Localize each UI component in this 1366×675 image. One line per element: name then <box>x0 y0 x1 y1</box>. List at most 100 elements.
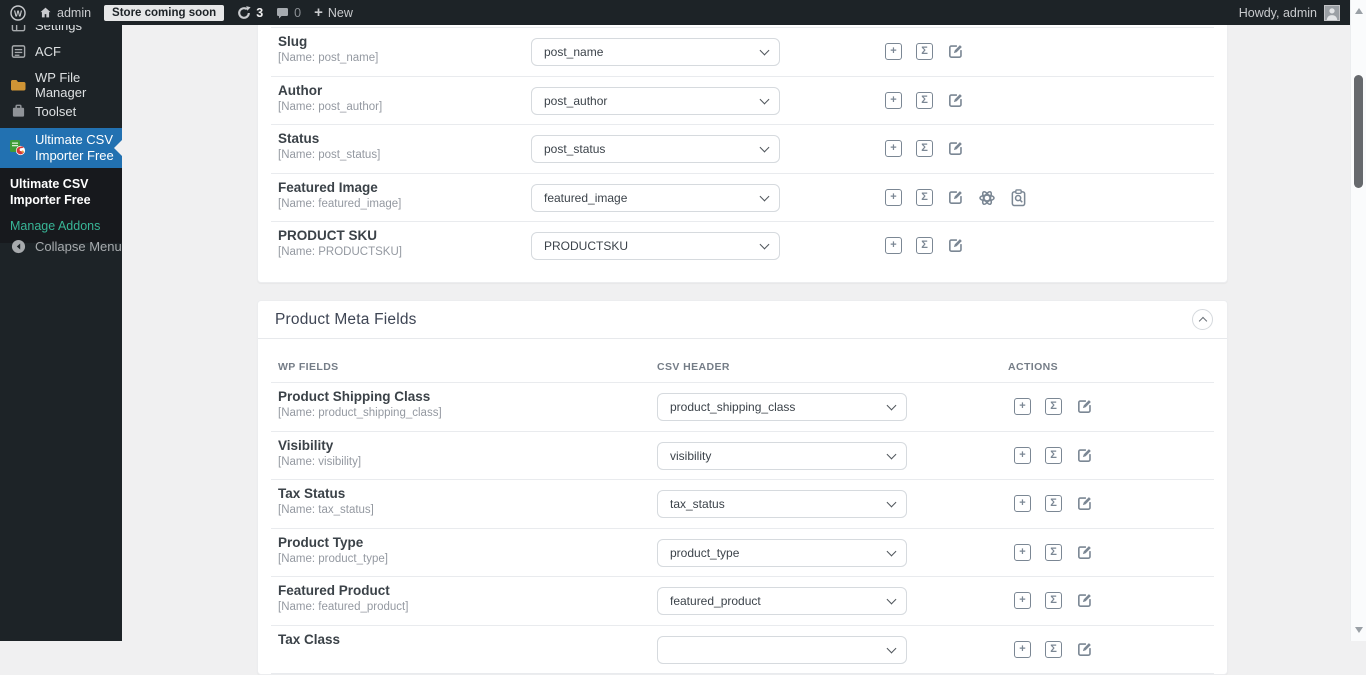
field-label: PRODUCT SKU <box>278 228 378 243</box>
chevron-up-icon <box>1198 316 1207 326</box>
column-header-actions: ACTIONS <box>1008 361 1059 373</box>
field-name-hint: [Name: featured_image] <box>278 197 402 210</box>
edit-icon[interactable] <box>1076 447 1093 464</box>
row-actions: + Σ <box>1014 592 1093 609</box>
csv-header-select[interactable]: PRODUCTSKU <box>531 232 780 260</box>
formula-icon[interactable]: Σ <box>1045 495 1062 512</box>
scroll-up-arrow[interactable] <box>1355 8 1363 14</box>
chevron-down-icon <box>759 191 770 201</box>
site-menu[interactable]: admin <box>39 6 91 20</box>
submenu-item-ultimate-csv-importer-free[interactable]: Ultimate CSV Importer Free <box>10 176 116 209</box>
formula-icon[interactable]: Σ <box>916 91 933 109</box>
formula-icon[interactable]: Σ <box>916 140 933 157</box>
formula-icon[interactable]: Σ <box>1045 640 1062 658</box>
formula-icon[interactable]: Σ <box>1045 592 1062 609</box>
row-actions: + Σ <box>885 43 964 60</box>
account-menu[interactable]: Howdy, admin <box>1239 0 1340 25</box>
add-mapping-icon[interactable]: + <box>1014 495 1031 512</box>
field-mapping-card: Slug [Name: post_name] post_name + Σ Author [N… <box>257 0 1228 283</box>
add-mapping-icon[interactable]: + <box>885 237 902 254</box>
scroll-down-arrow[interactable] <box>1355 627 1363 633</box>
csv-header-select[interactable]: post_status <box>531 135 780 163</box>
edit-icon[interactable] <box>1076 398 1093 415</box>
section-title: Product Meta Fields <box>275 311 417 328</box>
edit-icon[interactable] <box>1076 495 1093 512</box>
add-mapping-icon[interactable]: + <box>885 189 902 206</box>
svg-text:W: W <box>14 8 23 18</box>
edit-icon[interactable] <box>947 237 964 254</box>
scrollbar[interactable] <box>1350 0 1366 641</box>
csv-header-select[interactable]: product_type <box>657 538 907 567</box>
formula-icon[interactable]: Σ <box>916 43 933 60</box>
csv-header-select[interactable]: featured_image <box>531 183 780 212</box>
add-mapping-icon[interactable]: + <box>885 91 902 109</box>
comment-icon <box>277 7 289 18</box>
product-meta-fields-card: Product Meta Fields WP FIELDS CSV HEADER… <box>257 300 1228 675</box>
csv-header-value: tax_status <box>670 497 725 511</box>
field-row: Tax Status [Name: tax_status] tax_status + Σ <box>258 480 1227 529</box>
add-mapping-icon[interactable]: + <box>1014 446 1031 464</box>
add-mapping-icon[interactable]: + <box>885 43 902 60</box>
comments-count: 0 <box>294 5 302 20</box>
formula-icon[interactable]: Σ <box>1045 543 1062 561</box>
add-mapping-icon[interactable]: + <box>885 140 902 157</box>
wordpress-logo-icon[interactable]: W <box>10 4 26 21</box>
chevron-down-icon <box>886 400 897 411</box>
chevron-down-icon <box>759 45 770 56</box>
field-row: Status [Name: post_status] post_status + Σ <box>258 125 1227 174</box>
add-mapping-icon[interactable]: + <box>1014 592 1031 609</box>
new-label: New <box>327 5 353 20</box>
csv-header-value: post_status <box>544 142 606 156</box>
csv-header-select[interactable] <box>657 635 907 664</box>
collapse-section-button[interactable] <box>1192 309 1213 330</box>
csv-header-value: product_type <box>670 545 740 560</box>
csv-header-select[interactable]: product_shipping_class <box>657 393 907 421</box>
admin-sidebar: Settings ACF WP File Manager Toolset Ult… <box>0 18 122 641</box>
add-mapping-icon[interactable]: + <box>1014 543 1031 561</box>
field-row: Featured Product [Name: featured_product]… <box>258 577 1227 626</box>
csv-importer-submenu: Ultimate CSV Importer Free Manage Addons <box>0 168 122 243</box>
edit-icon[interactable] <box>1076 641 1093 658</box>
field-row: Visibility [Name: visibility] visibility + Σ <box>258 432 1227 481</box>
media-search-icon[interactable] <box>1010 188 1027 207</box>
formula-icon[interactable]: Σ <box>916 189 933 206</box>
field-row: Product Shipping Class [Name: product_shi… <box>258 383 1227 432</box>
openai-icon[interactable] <box>978 189 996 207</box>
comments-menu[interactable]: 0 <box>276 6 301 20</box>
field-name-hint: [Name: featured_product] <box>278 601 409 613</box>
edit-icon[interactable] <box>947 92 964 109</box>
field-label: Featured Image <box>278 179 378 195</box>
csv-header-select[interactable]: tax_status <box>657 490 907 518</box>
folder-icon <box>9 78 27 92</box>
csv-header-select[interactable]: visibility <box>657 441 907 470</box>
csv-header-select[interactable]: featured_product <box>657 587 907 615</box>
csv-header-select[interactable]: post_name <box>531 38 780 66</box>
new-menu[interactable]: + New <box>314 5 353 20</box>
csv-header-select[interactable]: post_author <box>531 86 780 115</box>
sidebar-item-ultimate-csv-importer[interactable]: Ultimate CSV Importer Free <box>0 128 122 168</box>
submenu-item-manage-addons[interactable]: Manage Addons <box>10 219 116 233</box>
edit-icon[interactable] <box>947 43 964 60</box>
chevron-down-icon <box>886 449 897 459</box>
sidebar-item-toolset[interactable]: Toolset <box>0 97 122 125</box>
field-name-hint: [Name: post_name] <box>278 52 379 64</box>
edit-icon[interactable] <box>947 140 964 157</box>
updates-menu[interactable]: 3 <box>237 6 263 20</box>
formula-icon[interactable]: Σ <box>1045 398 1062 415</box>
edit-icon[interactable] <box>1076 544 1093 561</box>
edit-icon[interactable] <box>1076 592 1093 609</box>
toolset-icon <box>9 104 27 118</box>
formula-icon[interactable]: Σ <box>1045 446 1062 464</box>
formula-icon[interactable]: Σ <box>916 237 933 254</box>
scrollbar-thumb[interactable] <box>1354 75 1363 188</box>
collapse-menu-button[interactable]: Collapse Menu <box>0 234 122 258</box>
row-actions: + Σ <box>1014 495 1093 512</box>
field-row: PRODUCT SKU [Name: PRODUCTSKU] PRODUCTSKU +… <box>258 222 1227 271</box>
sidebar-item-acf[interactable]: ACF <box>0 37 122 65</box>
field-name-hint: [Name: product_type] <box>278 552 388 565</box>
updates-icon <box>238 5 251 19</box>
edit-icon[interactable] <box>947 189 964 206</box>
add-mapping-icon[interactable]: + <box>1014 398 1031 415</box>
add-mapping-icon[interactable]: + <box>1014 640 1031 658</box>
sidebar-item-wp-file-manager[interactable]: WP File Manager <box>0 70 122 100</box>
